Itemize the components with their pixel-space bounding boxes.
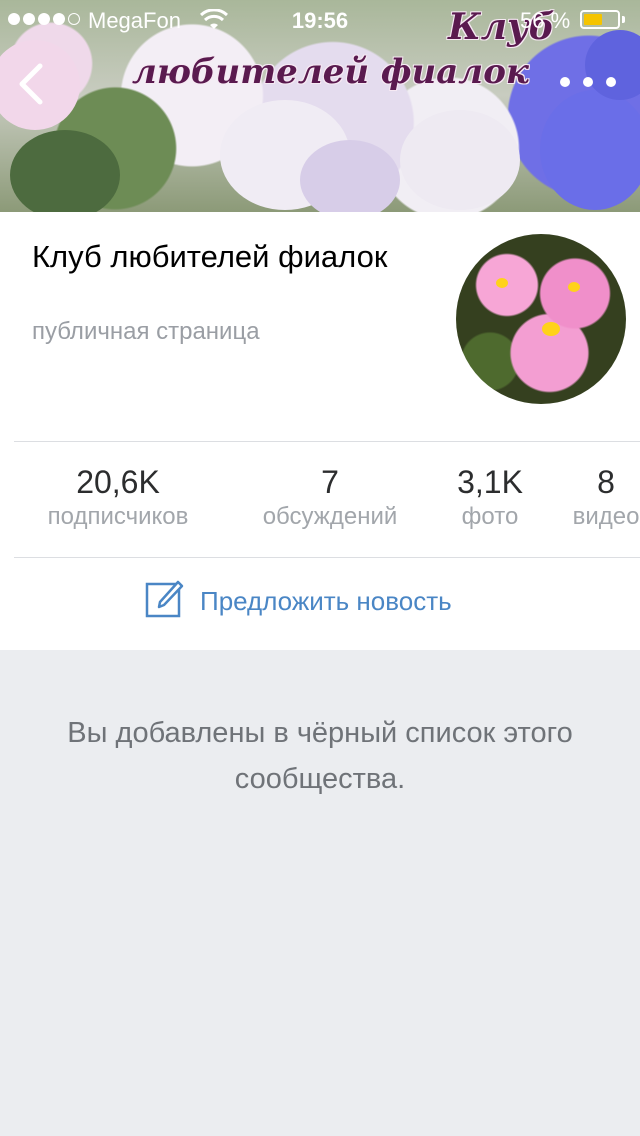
- more-dot: [606, 77, 616, 87]
- stat-value: 3,1K: [457, 464, 523, 500]
- stat-label: подписчиков: [47, 503, 189, 530]
- more-options-button[interactable]: [560, 68, 616, 96]
- divider: [14, 441, 640, 442]
- stat-value: 8: [597, 464, 615, 500]
- cover-title-line2: любителей фиалок: [132, 52, 529, 92]
- group-header: Клуб любителей фиалок публичная страница…: [0, 212, 640, 650]
- group-type: публичная страница: [32, 318, 260, 345]
- group-avatar[interactable]: [456, 234, 626, 404]
- battery-tip: [622, 16, 625, 23]
- status-bar: MegaFon 19:56 56 %: [0, 0, 640, 40]
- stat-label: фото: [461, 503, 519, 530]
- stat-videos[interactable]: 8 видео: [562, 464, 640, 534]
- more-dot: [583, 77, 593, 87]
- more-dot: [560, 77, 570, 87]
- flower-center: [542, 322, 560, 336]
- cover-flower: [540, 90, 640, 210]
- stat-value: 20,6K: [76, 464, 160, 500]
- stat-photos[interactable]: 3,1K фото: [448, 464, 532, 534]
- cover-flower: [300, 140, 400, 212]
- stats-row: 20,6K подписчиков 7 обсуждений 3,1K фото…: [0, 464, 640, 534]
- battery-percent: 56 %: [520, 8, 571, 33]
- stat-value: 7: [321, 464, 339, 500]
- flower-center: [496, 278, 508, 288]
- suggest-news-label: Предложить новость: [200, 586, 452, 616]
- stat-subscribers[interactable]: 20,6K подписчиков: [30, 464, 206, 534]
- stat-label: видео: [572, 503, 640, 530]
- cover-leaf: [10, 130, 120, 212]
- edit-icon: [145, 580, 184, 618]
- group-name: Клуб любителей фиалок: [32, 239, 388, 274]
- blacklist-message: Вы добавлены в чёрный список этого сообщ…: [67, 717, 573, 795]
- cover-flower: [400, 110, 520, 210]
- back-chevron-icon[interactable]: [10, 62, 54, 106]
- stat-discussions[interactable]: 7 обсуждений: [244, 464, 416, 534]
- stat-label: обсуждений: [262, 503, 398, 530]
- battery-icon: [580, 10, 620, 29]
- flower-center: [568, 282, 580, 292]
- suggest-news-button[interactable]: Предложить новость: [0, 558, 640, 650]
- group-screen: Клуб любителей фиалок MegaFon 19:56 56 %…: [0, 0, 640, 1136]
